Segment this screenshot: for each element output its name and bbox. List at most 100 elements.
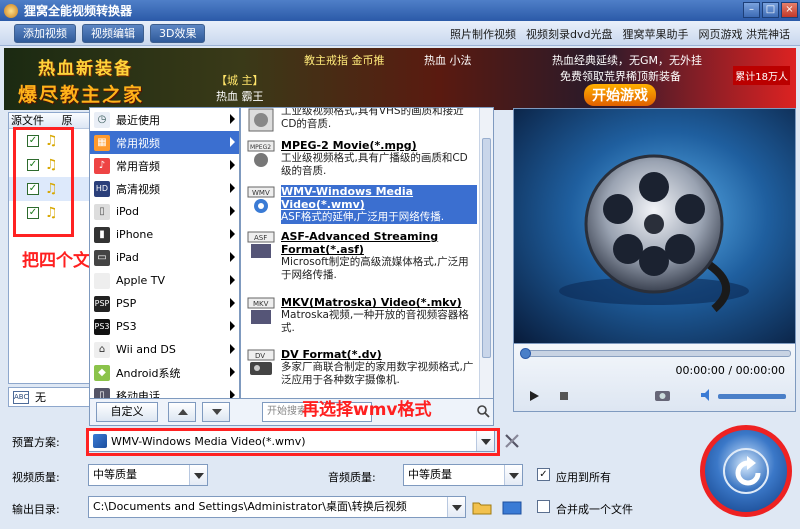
menu-item-common-audio[interactable]: ♪ 常用音频 [90,154,239,177]
link-photo-video[interactable]: 照片制作视频 [450,26,516,42]
film-icon: ▦ [94,134,110,151]
menu-item-recent[interactable]: ◷ 最近使用 [90,108,239,131]
hd-icon: HD [94,180,110,197]
time-display: 00:00:00 / 00:00:00 [675,364,785,377]
mpeg2-icon: MPEG2 [247,140,275,167]
audio-quality-dropdown[interactable] [504,465,522,485]
3d-effect-button[interactable]: 3D效果 [150,23,206,43]
output-dir-select[interactable]: C:\Documents and Settings\Administrator\… [88,496,466,518]
mkv-icon: MKV [247,297,275,324]
video-quality-label: 视频质量: [12,471,60,484]
menu-item-hd-video[interactable]: HD 高清视频 [90,177,239,200]
video-quality-dropdown[interactable] [189,465,207,485]
output-dir-dropdown[interactable] [447,497,465,517]
wmv-icon: WMV [247,186,275,213]
film-reel-icon [559,154,749,313]
format-item-wmv[interactable]: WMV WMV-Windows Media Video(*.wmv) ASF格式… [241,185,479,224]
annotation-choose-wmv: 再选择wmv格式 [302,400,432,420]
volume-slider[interactable] [718,394,786,399]
banner-tag1: 【城 主】 [216,74,264,87]
menu-item-ipad[interactable]: ▭ iPad [90,246,239,269]
camera-icon[interactable] [654,388,674,402]
android-icon: ◆ [94,364,110,381]
menu-item-iphone[interactable]: ▮ iPhone [90,223,239,246]
format-item-dv[interactable]: DV DV Format(*.dv) 多家厂商联合制定的家用数字视频格式,广泛应… [241,348,479,387]
browse-folder-icon[interactable] [500,497,524,517]
seek-knob[interactable] [520,348,531,359]
apply-all-label: 应用到所有 [556,471,611,484]
settings-tools-icon[interactable] [503,432,521,450]
psp-icon: PSP [94,295,110,312]
banner-tag3: 教主戒指 金币推 [304,54,385,67]
banner-tag2: 热血 霸王 [216,90,264,103]
custom-button[interactable]: 自定义 [96,402,158,422]
banner-tag6: 免费领取荒界稀顶新装备 [560,70,681,83]
arrow-up-icon [178,409,188,415]
clock-icon: ◷ [94,111,110,128]
iphone-icon: ▮ [94,226,110,243]
highlight-box-preset [86,428,500,456]
search-icon[interactable] [476,404,490,418]
ad-banner[interactable]: 热血新装备 爆尽教主之家 【城 主】 热血 霸王 教主戒指 金币推 热血 小法 … [4,48,796,110]
convert-button[interactable] [700,425,792,517]
subtitle-value: 无 [35,391,46,404]
link-web-game[interactable]: 网页游戏 洪荒神话 [699,26,791,42]
minimize-button[interactable]: – [743,2,760,18]
music-icon: ♪ [94,157,110,174]
app-logo-icon [4,3,18,18]
banner-play-button[interactable]: 开始游戏 [584,84,656,106]
source-file-column[interactable]: 源文件 [11,114,44,127]
video-quality-select[interactable]: 中等质量 [88,464,208,486]
menu-item-mobile-phone[interactable]: ▯ 移动电话 [90,384,239,398]
add-video-button[interactable]: 添加视频 [14,23,76,43]
menu-item-apple-tv[interactable]: Apple TV [90,269,239,292]
volume-icon[interactable] [700,388,714,402]
audio-quality-select[interactable]: 中等质量 [403,464,523,486]
menu-item-android[interactable]: ◆ Android系统 [90,361,239,384]
scrollbar-thumb[interactable] [482,138,491,358]
svg-text:MPEG2: MPEG2 [250,144,271,151]
banner-line1: 热血新装备 [38,59,133,79]
format-item-asf[interactable]: ASF ASF-Advanced Streaming Format(*.asf)… [241,230,479,282]
svg-text:MKV: MKV [253,300,269,308]
format-list-menu: 工业级视频格式,具有VHS的画质和接近CD的音质. MPEG2 MPEG-2 M… [240,107,494,399]
maximize-button[interactable]: □ [762,2,779,18]
menu-item-common-video[interactable]: ▦ 常用视频 [90,131,239,154]
ipod-icon: ▯ [94,203,110,220]
link-dvd-burn[interactable]: 视频刻录dvd光盘 [526,26,612,42]
phone-icon: ▯ [94,387,110,398]
menu-item-ps3[interactable]: PS3 PS3 [90,315,239,338]
menu-item-ipod[interactable]: ▯ iPod [90,200,239,223]
format-list-scrollbar[interactable] [479,108,493,398]
original-column[interactable]: 原 [62,114,73,127]
play-icon[interactable] [528,390,540,402]
preset-label: 预置方案: [12,436,60,449]
link-apple-helper[interactable]: 狸窝苹果助手 [623,26,689,42]
menu-item-wii-ds[interactable]: ⌂ Wii and DS [90,338,239,361]
merge-label: 合并成一个文件 [556,503,633,516]
format-item-mpeg1[interactable]: 工业级视频格式,具有VHS的画质和接近CD的音质. [241,108,479,135]
merge-checkbox[interactable] [537,500,550,513]
apply-all-checkbox[interactable]: ✓ [537,468,550,481]
close-button[interactable]: × [781,2,798,18]
highlight-box-checkboxes [13,127,74,237]
banner-line2: 爆尽教主之家 [18,84,145,106]
video-edit-button[interactable]: 视频编辑 [82,23,144,43]
stop-icon[interactable] [558,390,570,402]
banner-tag5: 热血经典延续，无GM，无外挂 [552,54,703,67]
menu-item-psp[interactable]: PSP PSP [90,292,239,315]
svg-text:WMV: WMV [252,189,270,197]
move-up-button[interactable] [168,402,196,422]
seek-bar[interactable] [520,348,791,359]
format-item-mkv[interactable]: MKV MKV(Matroska) Video(*.mkv) Matroska视… [241,296,479,335]
arrow-down-icon [212,409,222,415]
open-folder-icon[interactable] [470,497,494,517]
mpeg1-icon [248,108,274,132]
banner-badge: 累计18万人 [733,66,790,85]
move-down-button[interactable] [202,402,230,422]
title-bar: 狸窝全能视频转换器 – □ × [0,0,800,21]
format-item-mpeg2[interactable]: MPEG2 MPEG-2 Movie(*.mpg) 工业级视频格式,具有广播级的… [241,139,479,178]
output-dir-label: 输出目录: [12,503,60,516]
svg-text:ASF: ASF [254,234,267,242]
ipad-icon: ▭ [94,249,110,266]
